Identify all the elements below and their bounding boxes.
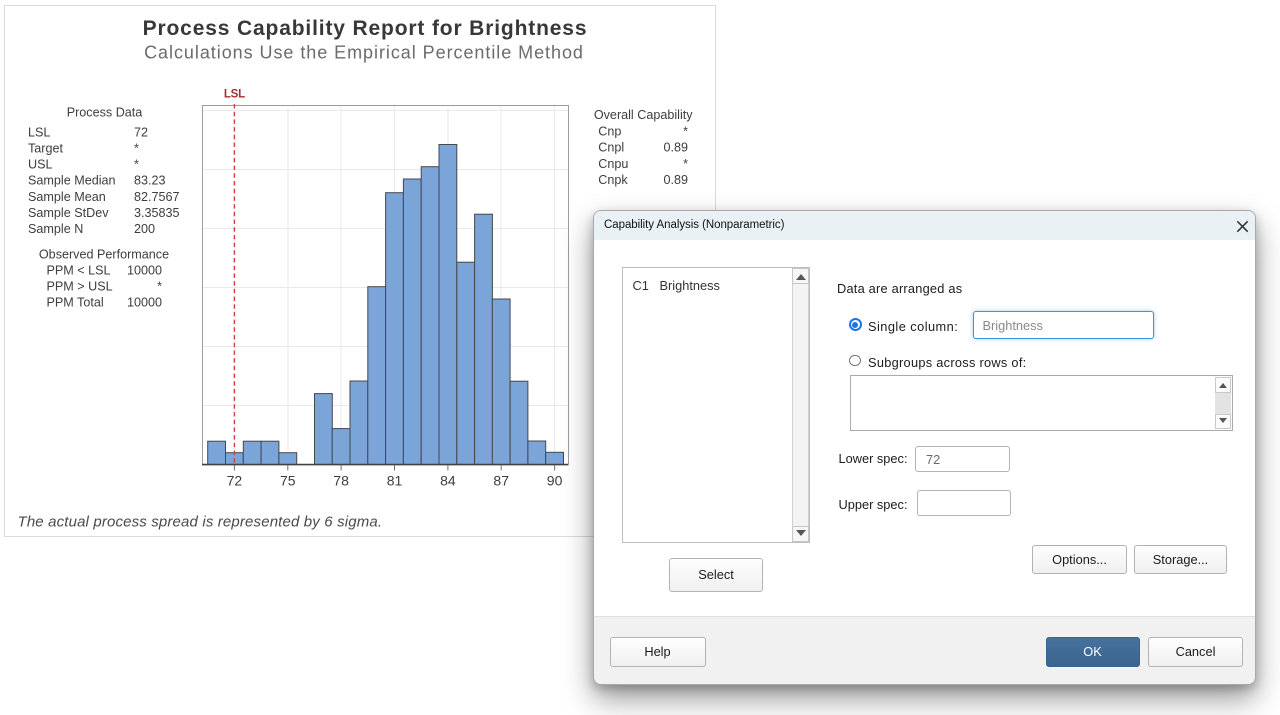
svg-text:72: 72: [227, 473, 243, 489]
svg-text:3.35835: 3.35835: [134, 206, 180, 220]
svg-text:78: 78: [333, 473, 349, 489]
svg-text:*: *: [134, 142, 139, 156]
svg-text:0.89: 0.89: [663, 173, 688, 187]
svg-text:*: *: [683, 157, 688, 171]
svg-text:Process Capability Report for: Process Capability Report for Brightness: [143, 17, 588, 40]
svg-text:10000: 10000: [127, 296, 162, 310]
svg-text:Observed Performance: Observed Performance: [39, 247, 169, 261]
svg-text:82.7567: 82.7567: [134, 190, 180, 204]
svg-text:Cnpu: Cnpu: [598, 157, 628, 171]
svg-text:*: *: [157, 280, 162, 294]
svg-text:10000: 10000: [127, 264, 162, 278]
svg-text:Calculations Use the Empirical: Calculations Use the Empirical Percentil…: [144, 42, 584, 62]
svg-text:90: 90: [547, 473, 563, 489]
svg-text:Target: Target: [28, 142, 64, 156]
svg-text:0.89: 0.89: [663, 141, 688, 155]
svg-text:PPM < LSL: PPM < LSL: [47, 264, 111, 278]
svg-text:*: *: [134, 158, 139, 172]
svg-text:83.23: 83.23: [134, 174, 166, 188]
svg-text:USL: USL: [28, 158, 53, 172]
svg-text:84: 84: [440, 473, 456, 489]
svg-text:Cnp: Cnp: [598, 124, 621, 138]
svg-text:Sample StDev: Sample StDev: [28, 206, 109, 220]
svg-text:81: 81: [387, 473, 403, 489]
svg-text:Process Data: Process Data: [67, 105, 143, 119]
svg-text:Sample N: Sample N: [28, 222, 83, 236]
svg-text:The actual process spread is r: The actual process spread is represented…: [18, 514, 383, 531]
svg-text:Overall Capability: Overall Capability: [594, 108, 693, 122]
svg-text:72: 72: [134, 125, 148, 139]
svg-text:PPM > USL: PPM > USL: [47, 280, 113, 294]
svg-text:Cnpk: Cnpk: [598, 173, 628, 187]
svg-text:Cnpl: Cnpl: [598, 141, 624, 155]
svg-text:200: 200: [134, 222, 155, 236]
svg-text:LSL: LSL: [28, 125, 50, 139]
svg-text:75: 75: [280, 473, 296, 489]
svg-text:87: 87: [493, 473, 509, 489]
svg-text:LSL: LSL: [224, 89, 245, 101]
svg-text:PPM Total: PPM Total: [47, 296, 104, 310]
svg-text:Sample Median: Sample Median: [28, 174, 116, 188]
svg-text:*: *: [683, 124, 688, 138]
svg-text:Sample Mean: Sample Mean: [28, 190, 106, 204]
